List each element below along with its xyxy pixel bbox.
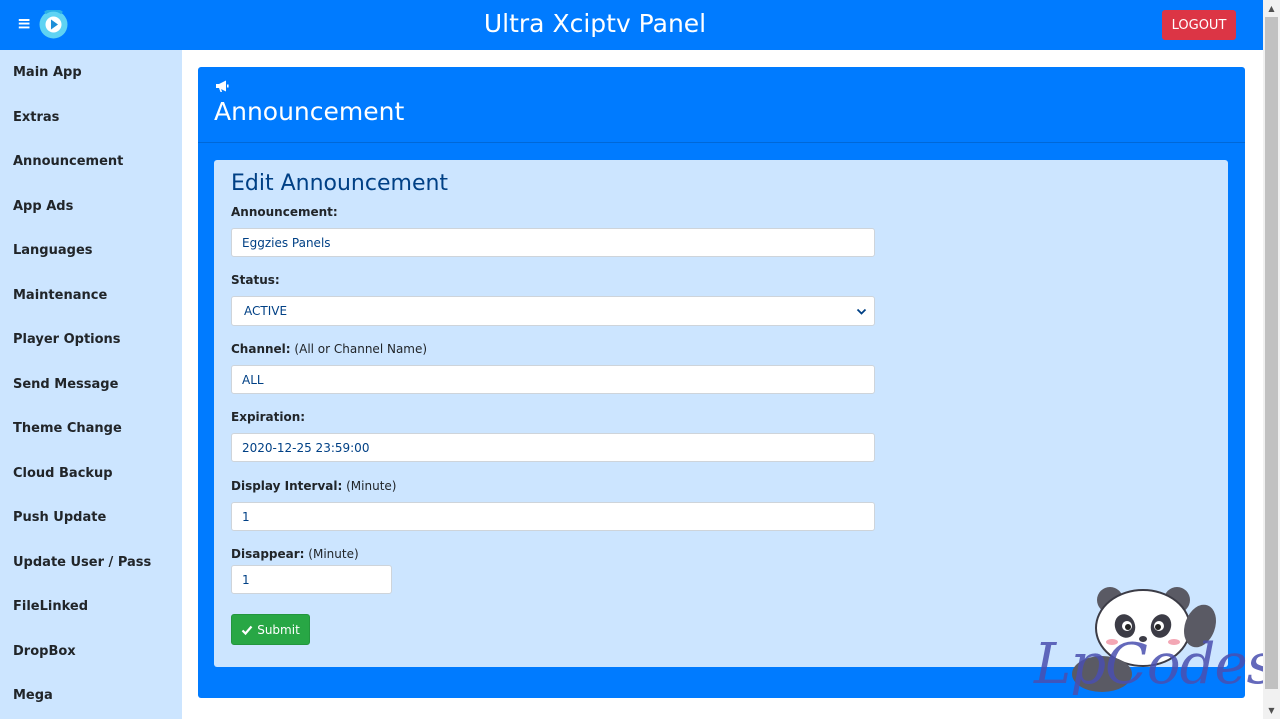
status-select-value: ACTIVE (244, 304, 288, 318)
sidebar-item-languages[interactable]: Languages (13, 243, 93, 258)
logout-button[interactable]: LOGOUT (1162, 10, 1236, 40)
check-icon (241, 625, 253, 635)
sidebar-item-mega[interactable]: Mega (13, 688, 53, 703)
expiration-input[interactable] (231, 433, 875, 462)
sidebar-item-push-update[interactable]: Push Update (13, 510, 106, 525)
sidebar-item-app-ads[interactable]: App Ads (13, 199, 73, 214)
page-scrollbar[interactable]: ▲ ▼ (1263, 0, 1280, 719)
page-title: Announcement (214, 97, 405, 126)
channel-input[interactable] (231, 365, 875, 394)
sidebar-item-player-options[interactable]: Player Options (13, 332, 121, 347)
chevron-down-icon (856, 308, 867, 315)
megaphone-icon (216, 80, 229, 92)
sidebar: Main App Extras Announcement App Ads Lan… (0, 50, 182, 719)
submit-label: Submit (257, 622, 300, 637)
display-interval-label: Display Interval: (Minute) (231, 479, 397, 493)
scrollbar-thumb[interactable] (1265, 17, 1278, 689)
channel-hint: (All or Channel Name) (294, 342, 428, 356)
disappear-hint: (Minute) (308, 547, 359, 561)
status-select[interactable]: ACTIVE (231, 296, 875, 326)
display-interval-hint: (Minute) (346, 479, 397, 493)
scroll-up-arrow-icon[interactable]: ▲ (1263, 0, 1280, 17)
sidebar-item-send-message[interactable]: Send Message (13, 377, 118, 392)
sidebar-item-extras[interactable]: Extras (13, 110, 59, 125)
card-header: Announcement (198, 67, 1245, 143)
scroll-down-arrow-icon[interactable]: ▼ (1263, 702, 1280, 719)
expiration-label: Expiration: (231, 410, 306, 424)
display-interval-input[interactable] (231, 502, 875, 531)
disappear-label: Disappear: (Minute) (231, 547, 359, 561)
sidebar-item-announcement[interactable]: Announcement (13, 154, 123, 169)
announcement-input[interactable] (231, 228, 875, 257)
sidebar-item-update-user-pass[interactable]: Update User / Pass (13, 555, 151, 570)
sidebar-item-filelinked[interactable]: FileLinked (13, 599, 88, 614)
sidebar-item-dropbox[interactable]: DropBox (13, 644, 76, 659)
app-title: Ultra Xciptv Panel (483, 9, 707, 38)
sidebar-item-main-app[interactable]: Main App (13, 65, 82, 80)
channel-label: Channel: (All or Channel Name) (231, 342, 428, 356)
disappear-input[interactable] (231, 565, 392, 594)
status-label: Status: (231, 273, 280, 287)
watermark-text: LpCodes (1034, 632, 1275, 697)
top-bar: ≡ Ultra Xciptv Panel LOGOUT (0, 0, 1263, 50)
announcement-label: Announcement: (231, 205, 338, 219)
submit-button[interactable]: Submit (231, 614, 310, 645)
form-title: Edit Announcement (231, 171, 449, 196)
sidebar-item-maintenance[interactable]: Maintenance (13, 288, 107, 303)
sidebar-item-cloud-backup[interactable]: Cloud Backup (13, 466, 113, 481)
sidebar-item-theme-change[interactable]: Theme Change (13, 421, 122, 436)
